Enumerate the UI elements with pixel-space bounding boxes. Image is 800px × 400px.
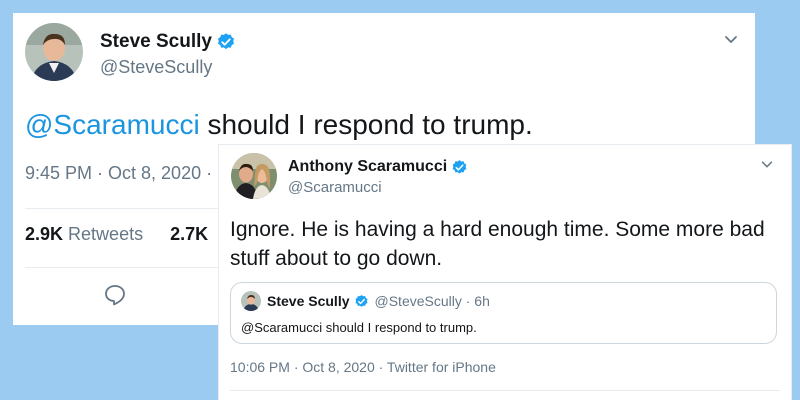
verified-badge-icon (452, 159, 467, 174)
tweet-card-anthony-scaramucci: Anthony Scaramucci @Scaramucci Ignore. H… (219, 145, 791, 400)
avatar[interactable] (241, 291, 261, 311)
quoted-author-name[interactable]: Steve Scully (267, 293, 350, 309)
engagement-stats: 2.9K Retweets 2.7K (25, 224, 208, 245)
quoted-tweet[interactable]: Steve Scully @SteveScully · 6h @Scaramuc… (230, 282, 777, 344)
quoted-author-handle-time[interactable]: @SteveScully · 6h (375, 293, 490, 309)
verified-badge-icon (217, 33, 234, 50)
quoted-tweet-text: @Scaramucci should I respond to trump. (241, 320, 477, 335)
likes-stat[interactable]: 2.7K (170, 224, 208, 244)
quoted-tweet-header: Steve Scully @SteveScully · 6h (241, 291, 490, 311)
tweet-text: Ignore. He is having a hard enough time.… (230, 218, 765, 270)
retweets-stat[interactable]: 2.9K Retweets (25, 224, 143, 244)
avatar[interactable] (231, 153, 277, 199)
mention-link[interactable]: @Scaramucci (25, 109, 200, 140)
author-name[interactable]: Steve Scully (100, 31, 236, 53)
divider (230, 390, 780, 391)
chevron-down-icon[interactable] (760, 157, 774, 176)
author-handle[interactable]: @SteveScully (100, 57, 212, 78)
author-name[interactable]: Anthony Scaramucci (288, 158, 468, 176)
chevron-down-icon[interactable] (723, 31, 739, 52)
verified-badge-icon (355, 294, 367, 307)
avatar[interactable] (25, 23, 83, 81)
tweet-timestamp[interactable]: 9:45 PM · Oct 8, 2020 · (25, 163, 212, 184)
author-handle[interactable]: @Scaramucci (288, 179, 382, 196)
reply-bubble-icon[interactable] (103, 283, 127, 312)
tweet-timestamp[interactable]: 10:06 PM · Oct 8, 2020 · Twitter for iPh… (230, 359, 496, 375)
tweet-text: @Scaramucci should I respond to trump. (25, 109, 533, 140)
